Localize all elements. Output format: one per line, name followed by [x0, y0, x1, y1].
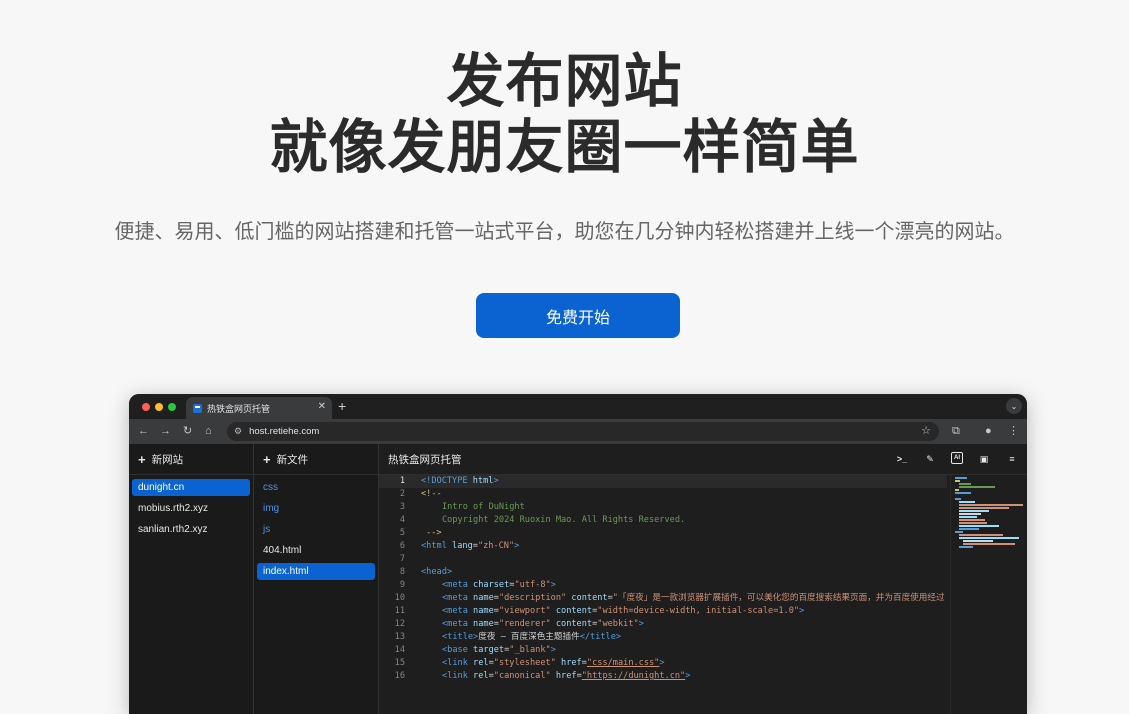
- close-tab-icon[interactable]: ✕: [318, 401, 326, 412]
- plus-icon: +: [138, 451, 146, 467]
- code-line: 6 <html lang="zh-CN">: [399, 541, 520, 551]
- site-list: dunight.cn mobius.rth2.xyz sanlian.rth2.…: [129, 475, 253, 546]
- site-info-icon[interactable]: ⚙: [234, 426, 242, 437]
- file-404-html[interactable]: 404.html: [257, 542, 375, 559]
- extensions-puzzle-icon[interactable]: ⧉: [952, 424, 960, 438]
- hero-title: 发布网站 就像发朋友圈一样简单: [0, 48, 1129, 180]
- code-line: 3 Intro of DuNight: [399, 502, 525, 512]
- site-item-dunight[interactable]: dunight.cn: [132, 479, 250, 496]
- code-line: 1 <!DOCTYPE html>: [379, 475, 947, 488]
- maximize-window-button[interactable]: [168, 403, 176, 411]
- site-favicon-icon: [193, 403, 202, 413]
- file-list: css img js 404.html index.html: [254, 475, 378, 588]
- code-line: 11 <meta name="viewport" content="width=…: [394, 606, 805, 616]
- url-text: host.retiehe.com: [249, 426, 320, 437]
- close-window-button[interactable]: [142, 403, 150, 411]
- code-line: 7: [399, 554, 405, 564]
- sites-panel: + 新网站 dunight.cn mobius.rth2.xyz sanlian…: [129, 444, 254, 714]
- code-line: 5 -->: [399, 528, 442, 538]
- reload-icon[interactable]: ↻: [183, 424, 192, 438]
- menu-icon[interactable]: ≡: [1005, 452, 1019, 466]
- files-panel: + 新文件 css img js 404.html index.html: [254, 444, 379, 714]
- hero-subtitle: 便捷、易用、低门槛的网站搭建和托管一站式平台，助您在几分钟内轻松搭建并上线一个漂…: [114, 219, 1015, 243]
- profile-avatar-icon[interactable]: ●: [985, 424, 992, 438]
- code-line: 4 Copyright 2024 Ruoxin Mao. All Rights …: [399, 515, 686, 525]
- code-line: 15 <link rel="stylesheet" href="css/main…: [394, 658, 665, 668]
- browser-tab[interactable]: 热铁盒网页托管 ✕: [186, 397, 332, 419]
- code-line: 2 <!--: [399, 489, 442, 499]
- new-site-button[interactable]: + 新网站: [129, 444, 253, 475]
- tab-search-chevron-icon[interactable]: ⌄: [1006, 398, 1022, 414]
- code-line: 8 <head>: [399, 567, 453, 577]
- code-line: 13 <title>度夜 – 百度深色主题插件</title>: [394, 632, 622, 642]
- forward-arrow-icon[interactable]: →: [160, 424, 171, 438]
- home-icon[interactable]: ⌂: [205, 424, 212, 438]
- code-line: 9 <meta charset="utf-8">: [399, 580, 556, 590]
- start-free-button[interactable]: 免费开始: [476, 293, 680, 338]
- code-line: 16 <link rel="canonical" href="https://d…: [394, 671, 691, 681]
- address-bar[interactable]: ⚙ host.retiehe.com ☆: [227, 422, 939, 441]
- ai-icon[interactable]: AI: [951, 452, 963, 464]
- code-line: 14 <base target="_blank">: [394, 645, 556, 655]
- browser-tabbar: 热铁盒网页托管 ✕ + ⌄: [129, 394, 1027, 419]
- site-item-sanlian[interactable]: sanlian.rth2.xyz: [132, 521, 250, 538]
- browser-toolbar: ← → ↻ ⌂ ⚙ host.retiehe.com ☆ ⧉ ● ⋮: [129, 419, 1027, 444]
- new-tab-button[interactable]: +: [338, 398, 346, 414]
- plus-icon: +: [263, 451, 271, 467]
- code-line: 10 <meta name="description" content="「度夜…: [394, 593, 945, 603]
- folder-css[interactable]: css: [257, 479, 375, 496]
- editor-toolbar: >_ ✎ AI ▣ ≡: [881, 452, 1019, 466]
- code-minimap[interactable]: [950, 475, 1027, 714]
- new-file-button[interactable]: + 新文件: [254, 444, 378, 475]
- minimize-window-button[interactable]: [155, 403, 163, 411]
- back-arrow-icon[interactable]: ←: [138, 424, 149, 438]
- folder-js[interactable]: js: [257, 521, 375, 538]
- hero-title-line2: 就像发朋友圈一样简单: [269, 113, 860, 181]
- terminal-icon[interactable]: >_: [895, 452, 909, 466]
- editor-header: 热铁盒网页托管 >_ ✎ AI ▣ ≡: [379, 444, 1027, 475]
- editor-title: 热铁盒网页托管: [388, 453, 462, 466]
- code-area[interactable]: 1 <!DOCTYPE html> 2 <!-- 3 Intro of DuNi…: [379, 475, 947, 714]
- hosting-app: + 新网站 dunight.cn mobius.rth2.xyz sanlian…: [129, 444, 1027, 714]
- browser-window: 热铁盒网页托管 ✕ + ⌄ ← → ↻ ⌂ ⚙ host.retiehe.com…: [129, 394, 1027, 714]
- hero-title-line1: 发布网站: [446, 47, 683, 115]
- new-file-label: 新文件: [276, 453, 309, 466]
- code-editor: 热铁盒网页托管 >_ ✎ AI ▣ ≡ 1 <!DOCTYPE html> 2 …: [379, 444, 1027, 714]
- code-line: 12 <meta name="renderer" content="webkit…: [394, 619, 644, 629]
- new-site-label: 新网站: [151, 453, 184, 466]
- folder-img[interactable]: img: [257, 500, 375, 517]
- save-icon[interactable]: ▣: [977, 452, 991, 466]
- file-index-html[interactable]: index.html: [257, 563, 375, 580]
- wrench-icon[interactable]: ✎: [923, 452, 937, 466]
- tab-title: 热铁盒网页托管: [207, 403, 271, 414]
- bookmark-star-icon[interactable]: ☆: [921, 424, 931, 437]
- browser-menu-icon[interactable]: ⋮: [1008, 424, 1019, 438]
- site-item-mobius[interactable]: mobius.rth2.xyz: [132, 500, 250, 517]
